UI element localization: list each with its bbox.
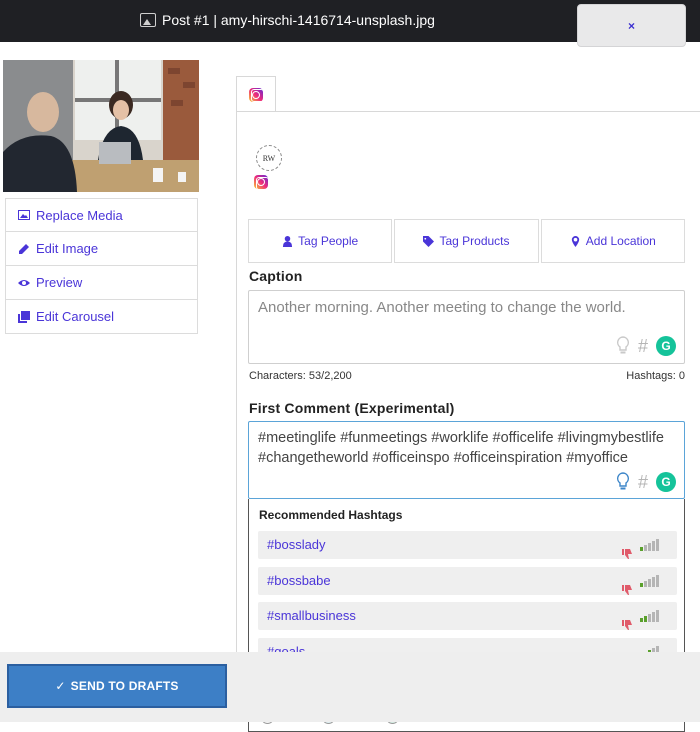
edit-image-button[interactable]: Edit Image	[5, 232, 198, 266]
preview-button[interactable]: Preview	[5, 266, 198, 300]
thumbs-down-icon[interactable]	[622, 549, 632, 559]
caption-tools: # G	[616, 335, 676, 357]
replace-media-button[interactable]: Replace Media	[5, 198, 198, 232]
strength-meter	[640, 574, 659, 587]
strength-bar	[656, 574, 659, 587]
hashtag-icon[interactable]: #	[638, 335, 648, 357]
checkmark-icon: ✓	[55, 679, 66, 693]
strength-bar	[652, 541, 655, 551]
first-comment-text: #meetinglife #funmeetings #worklife #off…	[258, 430, 664, 466]
comment-tools: # G	[616, 472, 676, 492]
caption-character-count: Characters: 53/2,200	[249, 370, 352, 382]
hashtag-suggestion[interactable]: #bossbabe	[258, 566, 677, 595]
close-button[interactable]: ×	[577, 4, 686, 47]
lightbulb-icon[interactable]	[616, 336, 630, 356]
media-thumbnail[interactable]	[3, 60, 199, 192]
edit-image-label: Edit Image	[36, 241, 99, 256]
instagram-icon	[254, 175, 269, 190]
send-to-drafts-button[interactable]: ✓ SEND TO DRAFTS	[7, 664, 227, 708]
tag-people-button[interactable]: Tag People	[248, 219, 393, 263]
instagram-icon	[249, 87, 264, 102]
strength-meter	[640, 610, 659, 622]
tag-products-label: Tag Products	[439, 234, 510, 248]
strength-bar	[648, 543, 651, 551]
add-location-button[interactable]: Add Location	[540, 219, 685, 263]
eye-icon	[18, 279, 30, 286]
strength-bar	[640, 618, 643, 622]
window-title-text: Post #1 | amy-hirschi-1416714-unsplash.j…	[162, 12, 435, 28]
thumbs-down-icon[interactable]	[622, 620, 632, 630]
strength-bar	[656, 539, 659, 551]
carousel-icon	[18, 310, 30, 323]
first-comment-input[interactable]: #meetinglife #funmeetings #worklife #off…	[248, 421, 685, 499]
hashtag-icon[interactable]: #	[638, 472, 648, 492]
strength-bar	[640, 547, 643, 551]
strength-bar	[648, 578, 651, 587]
caption-hashtag-count: Hashtags: 0	[626, 370, 685, 382]
tag-people-label: Tag People	[298, 234, 359, 248]
caption-input[interactable]: Another morning. Another meeting to chan…	[248, 290, 685, 364]
send-to-drafts-label: SEND TO DRAFTS	[70, 679, 179, 693]
strength-bar	[640, 582, 643, 587]
tag-products-button[interactable]: Tag Products	[394, 219, 539, 263]
grammarly-icon[interactable]: G	[656, 336, 676, 356]
edit-carousel-button[interactable]: Edit Carousel	[5, 300, 198, 334]
strength-bar	[648, 614, 651, 622]
strength-bar	[652, 576, 655, 587]
location-pin-icon	[571, 235, 579, 247]
recommended-hashtags-title: Recommended Hashtags	[259, 508, 403, 522]
person-icon	[283, 235, 293, 247]
tag-icon	[423, 235, 435, 247]
hashtag-label: #bossbabe	[267, 572, 331, 588]
strength-meter	[640, 539, 659, 551]
window-title: Post #1 | amy-hirschi-1416714-unsplash.j…	[140, 10, 435, 30]
image-icon	[18, 210, 30, 220]
lightbulb-icon[interactable]	[616, 472, 630, 492]
first-comment-heading: First Comment (Experimental)	[249, 400, 455, 416]
hashtag-suggestion[interactable]: #bosslady	[258, 531, 677, 559]
avatar[interactable]: RW	[256, 145, 282, 171]
caption-heading: Caption	[249, 268, 303, 284]
tag-toolbar: Tag People Tag Products Add Location	[248, 219, 685, 263]
pencil-icon	[19, 243, 29, 254]
strength-bar	[644, 545, 647, 551]
hashtag-label: #smallbusiness	[267, 608, 356, 623]
close-icon: ×	[627, 18, 635, 33]
media-actions: Replace Media Edit Image Preview Edit Ca…	[5, 198, 198, 334]
hashtag-label: #bosslady	[267, 537, 326, 552]
preview-label: Preview	[36, 275, 83, 290]
thumbs-down-icon[interactable]	[622, 584, 632, 595]
strength-bar	[644, 616, 647, 622]
strength-bar	[656, 610, 659, 622]
add-location-label: Add Location	[585, 234, 656, 248]
caption-text: Another morning. Another meeting to chan…	[258, 299, 626, 316]
strength-bar	[652, 612, 655, 622]
replace-media-label: Replace Media	[36, 207, 123, 223]
edit-carousel-label: Edit Carousel	[36, 309, 115, 324]
image-icon	[140, 13, 156, 27]
media-photo	[3, 60, 199, 192]
grammarly-icon[interactable]: G	[656, 472, 676, 492]
strength-bar	[644, 580, 647, 587]
hashtag-suggestion[interactable]: #smallbusiness	[258, 602, 677, 630]
tab-instagram[interactable]	[236, 76, 276, 112]
